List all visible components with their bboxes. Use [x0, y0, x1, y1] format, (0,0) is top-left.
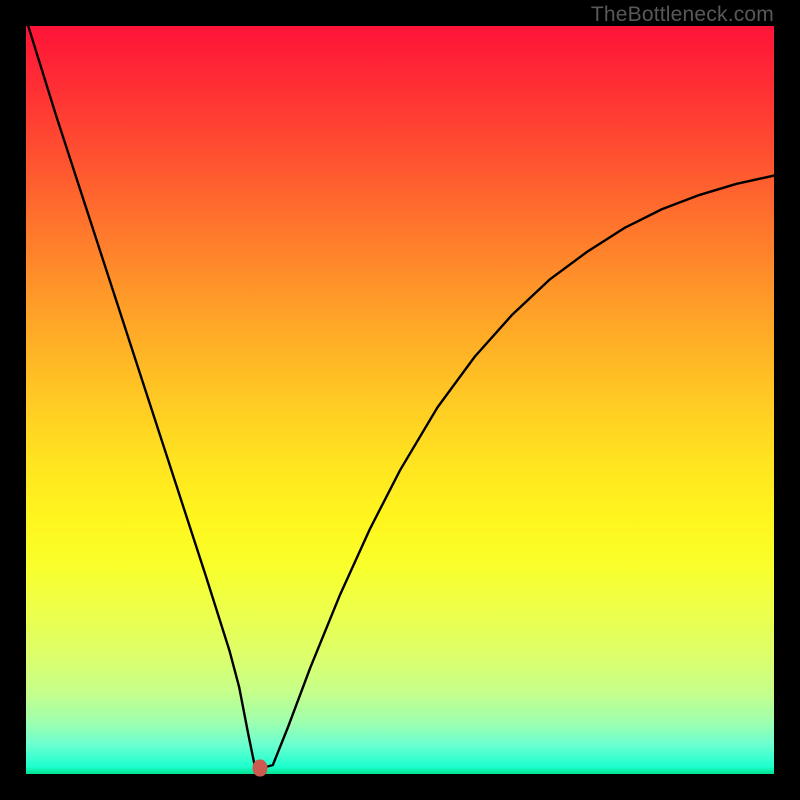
- plot-background-gradient: [26, 26, 774, 774]
- optimal-point-marker: [253, 760, 268, 777]
- chart-frame: TheBottleneck.com: [0, 0, 800, 800]
- watermark-text: TheBottleneck.com: [591, 3, 774, 27]
